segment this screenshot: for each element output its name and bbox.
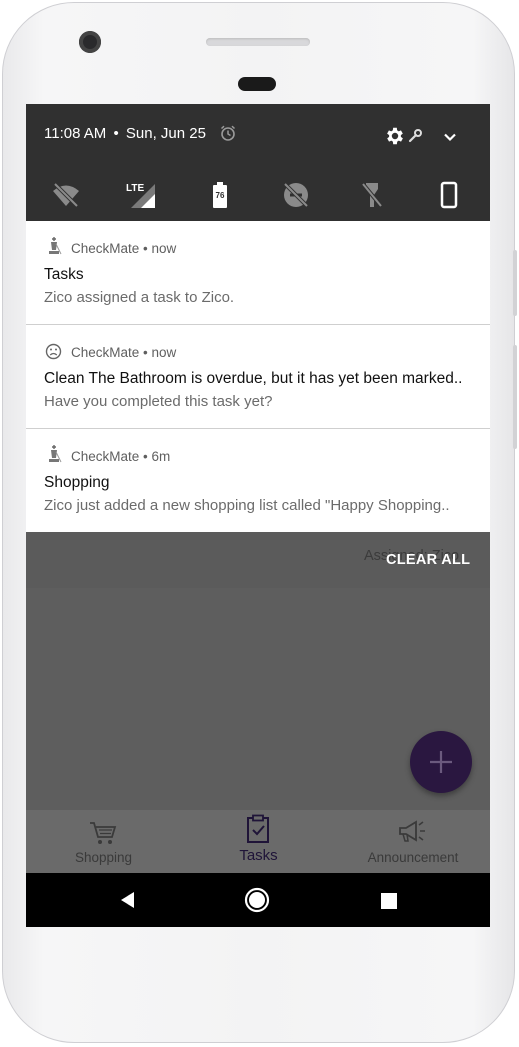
megaphone-icon (399, 820, 425, 842)
notification-body: Have you completed this task yet? (44, 393, 273, 410)
tab-label: Shopping (74, 850, 133, 865)
notification-body: Zico assigned a task to Zico. (44, 289, 235, 306)
chess-king-icon (49, 445, 62, 463)
status-separator: • (113, 125, 119, 142)
do-not-disturb-off-icon[interactable] (281, 180, 311, 210)
shopping-cart-icon (90, 822, 117, 844)
tab-label: Announcement (367, 850, 459, 865)
flashlight-off-icon[interactable] (357, 180, 387, 210)
wrench-icon[interactable] (407, 128, 423, 144)
quick-settings-panel: 11:08 AM • Sun, Jun 25 LTE 76 (26, 104, 490, 221)
notification-time: • 6m (143, 449, 171, 464)
power-button (513, 250, 517, 316)
notification-app-header: CheckMate • now (71, 345, 176, 360)
speaker-grille (206, 38, 310, 46)
settings-gear-icon[interactable] (384, 125, 406, 147)
notification-card[interactable]: CheckMate • now Tasks Zico assigned a ta… (26, 221, 490, 324)
tab-announcement[interactable]: Announcement (336, 810, 490, 873)
battery-icon[interactable]: 76 (205, 180, 235, 210)
tab-tasks[interactable]: Tasks (181, 810, 336, 873)
notification-time: • now (143, 241, 177, 256)
sad-face-icon (45, 343, 62, 360)
notification-card[interactable]: CheckMate • now Clean The Bathroom is ov… (26, 325, 490, 428)
notification-app-header: CheckMate • now (71, 241, 176, 256)
notification-time: • now (143, 345, 177, 360)
tab-shopping[interactable]: Shopping (26, 810, 181, 873)
alarm-icon (220, 125, 236, 141)
notification-title: Shopping (44, 474, 110, 491)
earpiece (238, 77, 276, 91)
notification-title: Clean The Bathroom is overdue, but it ha… (44, 370, 463, 387)
add-task-button[interactable] (410, 731, 472, 793)
plus-icon (430, 751, 452, 773)
system-navigation-bar (26, 873, 490, 927)
notification-app-header: CheckMate • 6m (71, 449, 170, 464)
bottom-tab-bar: Shopping Tasks Announcement (26, 810, 490, 873)
wifi-off-icon[interactable] (51, 180, 81, 210)
battery-level: 76 (216, 191, 225, 200)
notification-body: Zico just added a new shopping list call… (44, 497, 450, 514)
notification-app-name: CheckMate (71, 449, 140, 464)
status-date: Sun, Jun 25 (125, 125, 206, 142)
clipboard-check-icon (247, 814, 269, 843)
lte-signal-icon[interactable]: LTE (126, 180, 156, 210)
status-datetime: 11:08 AM • Sun, Jun 25 (44, 125, 206, 142)
home-icon[interactable] (244, 887, 270, 913)
chess-king-icon (49, 237, 62, 255)
clear-all-button[interactable]: CLEAR ALL (386, 552, 470, 568)
tab-label: Tasks (239, 847, 278, 864)
status-time: 11:08 AM (44, 125, 107, 142)
notification-title: Tasks (44, 266, 84, 283)
front-camera (79, 31, 101, 53)
svg-text:LTE: LTE (126, 183, 144, 194)
volume-button (513, 345, 517, 449)
recents-icon[interactable] (380, 892, 398, 910)
chevron-down-icon[interactable] (441, 128, 459, 146)
phone-rotation-icon[interactable] (434, 180, 464, 210)
notification-app-name: CheckMate (71, 241, 140, 256)
back-icon[interactable] (118, 890, 138, 910)
phone-screen: 11:08 AM • Sun, Jun 25 LTE 76 CheckMate … (26, 104, 490, 927)
notification-card[interactable]: CheckMate • 6m Shopping Zico just added … (26, 429, 490, 532)
notification-app-name: CheckMate (71, 345, 140, 360)
